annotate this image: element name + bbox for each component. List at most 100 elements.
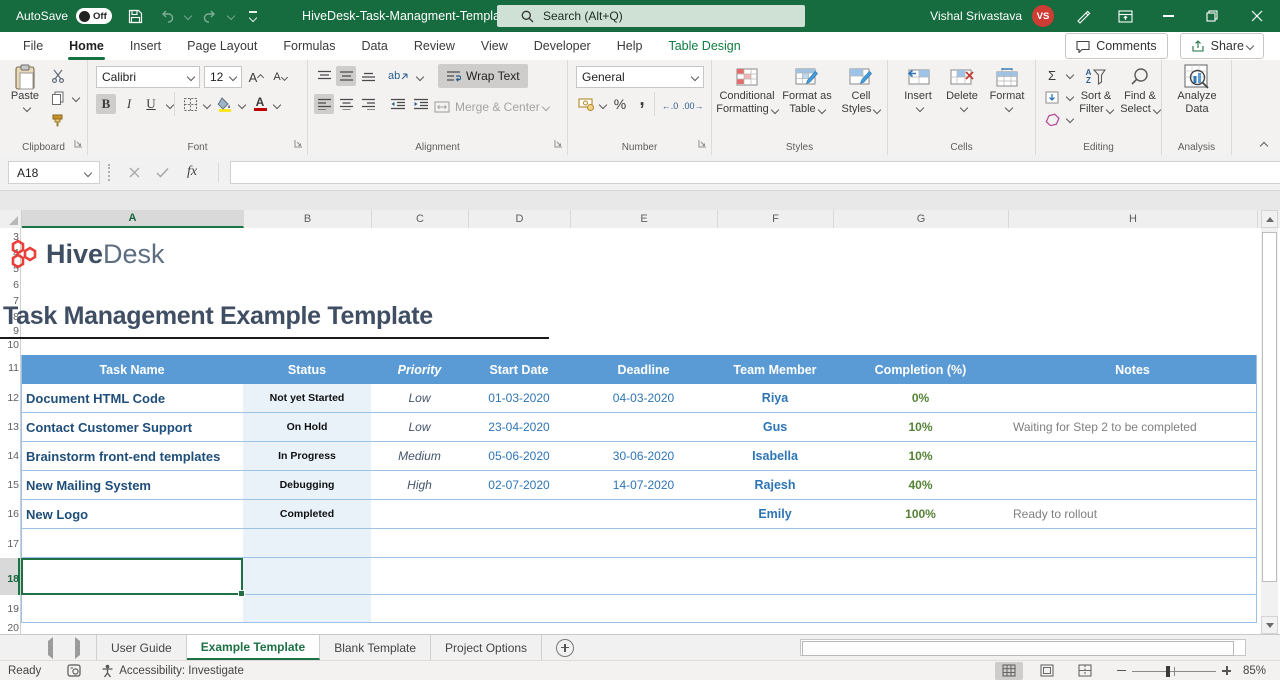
autosum-button[interactable]: Σ — [1042, 65, 1062, 85]
cell-priority[interactable]: Low — [371, 384, 468, 412]
new-sheet-button[interactable] — [556, 639, 574, 657]
tab-formulas[interactable]: Formulas — [270, 32, 348, 60]
tab-insert[interactable]: Insert — [117, 32, 174, 60]
tab-page-layout[interactable]: Page Layout — [174, 32, 270, 60]
scroll-up-button[interactable] — [1261, 210, 1278, 228]
find-select-button[interactable]: Find & Select — [1120, 64, 1160, 116]
undo-dropdown-icon[interactable] — [184, 12, 192, 20]
bold-button[interactable]: B — [96, 94, 116, 114]
cell-status[interactable]: In Progress — [243, 442, 371, 470]
align-right-button[interactable] — [358, 94, 378, 114]
restore-button[interactable] — [1190, 0, 1234, 32]
format-as-table-button[interactable]: Format as Table — [778, 64, 836, 116]
row-header-selected[interactable]: 18 — [0, 573, 19, 585]
redo-button[interactable] — [195, 0, 225, 32]
decrease-decimal-button[interactable]: .00→ — [682, 96, 704, 116]
paste-button[interactable]: Paste — [6, 64, 44, 111]
font-color-button[interactable]: A — [250, 94, 270, 114]
tab-review[interactable]: Review — [401, 32, 468, 60]
align-left-button[interactable] — [314, 94, 334, 114]
cell-team-member[interactable]: Gus — [717, 413, 833, 441]
empty-row-17[interactable] — [21, 529, 1257, 558]
tab-table-design[interactable]: Table Design — [655, 32, 753, 60]
column-header-a[interactable]: A — [22, 210, 244, 228]
format-cells-button[interactable]: Format — [986, 64, 1028, 111]
merge-center-button[interactable]: Merge & Center — [430, 96, 553, 118]
fill-color-dropdown-icon[interactable] — [238, 101, 246, 109]
horizontal-scroll-thumb[interactable] — [802, 641, 1234, 656]
ribbon-display-options-button[interactable] — [1104, 0, 1146, 32]
cut-button[interactable] — [48, 66, 68, 86]
accessibility-status[interactable]: Accessibility: Investigate — [101, 664, 244, 678]
header-task-name[interactable]: Task Name — [21, 355, 243, 384]
header-deadline[interactable]: Deadline — [570, 355, 717, 384]
empty-row-19[interactable] — [21, 595, 1257, 623]
page-break-preview-button[interactable] — [1071, 662, 1099, 680]
column-header-h[interactable]: H — [1009, 210, 1258, 228]
cell-status[interactable]: Completed — [243, 500, 371, 528]
delete-cells-button[interactable]: Delete — [942, 64, 982, 111]
search-box[interactable]: Search (Alt+Q) — [497, 5, 805, 27]
bottom-align-button[interactable] — [358, 66, 378, 86]
normal-view-button[interactable] — [995, 662, 1023, 680]
alignment-dialog-launcher[interactable] — [554, 137, 563, 151]
autosum-dropdown-icon[interactable] — [1066, 71, 1074, 79]
autosave-toggle[interactable]: Off — [76, 8, 112, 24]
column-header-g[interactable]: G — [834, 210, 1009, 228]
cell-status[interactable]: Not yet Started — [243, 384, 371, 412]
empty-row-20[interactable] — [21, 623, 1257, 634]
borders-button[interactable] — [180, 94, 200, 114]
scroll-down-button[interactable] — [1261, 616, 1278, 634]
column-header-b[interactable]: B — [244, 210, 372, 228]
cell-notes[interactable] — [1008, 384, 1257, 412]
cell-notes[interactable]: Ready to rollout — [1008, 500, 1257, 528]
column-header-c[interactable]: C — [372, 210, 469, 228]
name-box[interactable]: A18 — [8, 161, 100, 184]
zoom-out-button[interactable] — [1117, 670, 1126, 672]
cell-deadline[interactable]: 04-03-2020 — [570, 384, 717, 412]
cell-priority[interactable]: Low — [371, 413, 468, 441]
minimize-button[interactable] — [1146, 0, 1190, 32]
decrease-indent-button[interactable] — [388, 94, 408, 114]
middle-align-button[interactable] — [336, 66, 356, 86]
row-header[interactable]: 17 — [0, 538, 19, 550]
number-dialog-launcher[interactable] — [698, 137, 707, 151]
redo-dropdown-icon[interactable] — [227, 12, 235, 20]
tab-file[interactable]: File — [10, 32, 56, 60]
cell-notes[interactable] — [1008, 442, 1257, 470]
accounting-dropdown-icon[interactable] — [599, 101, 607, 109]
header-priority[interactable]: Priority — [371, 355, 468, 384]
header-team-member[interactable]: Team Member — [717, 355, 833, 384]
fill-dropdown-icon[interactable] — [1066, 93, 1074, 101]
underline-dropdown-icon[interactable] — [166, 101, 174, 109]
fill-button[interactable] — [1042, 87, 1062, 107]
zoom-slider-handle[interactable] — [1166, 666, 1170, 677]
cell-completion[interactable]: 10% — [833, 413, 1008, 441]
inking-button[interactable] — [1062, 0, 1104, 32]
sheet-tab-blank-template[interactable]: Blank Template — [320, 635, 431, 660]
top-align-button[interactable] — [314, 66, 334, 86]
cell-deadline[interactable]: 30-06-2020 — [570, 442, 717, 470]
comments-button[interactable]: Comments — [1065, 33, 1167, 59]
sheet-nav-next-button[interactable] — [75, 641, 80, 655]
sort-filter-button[interactable]: AZ Sort & Filter — [1074, 64, 1118, 116]
cell-start-date[interactable] — [468, 500, 570, 528]
row-header[interactable]: 6 — [0, 279, 19, 291]
underline-button[interactable]: U — [141, 94, 161, 114]
row-header[interactable]: 20 — [0, 622, 19, 634]
page-layout-view-button[interactable] — [1033, 662, 1061, 680]
comma-style-button[interactable]: , — [632, 90, 652, 110]
row-header[interactable]: 12 — [0, 392, 19, 404]
cell-status[interactable]: On Hold — [243, 413, 371, 441]
cell-styles-button[interactable]: Cell Styles — [838, 64, 884, 116]
document-title[interactable]: HiveDesk-Task-Managment-Template — [302, 9, 510, 23]
vertical-scrollbar[interactable] — [1261, 210, 1278, 634]
font-color-dropdown-icon[interactable] — [273, 101, 281, 109]
tab-help[interactable]: Help — [604, 32, 656, 60]
row-header[interactable]: 15 — [0, 479, 19, 491]
increase-decimal-button[interactable]: ←.0 — [660, 96, 680, 116]
collapse-ribbon-button[interactable] — [1258, 138, 1267, 152]
cell-task[interactable]: New Logo — [21, 500, 243, 528]
center-button[interactable] — [336, 94, 356, 114]
formula-input[interactable] — [230, 161, 1280, 184]
